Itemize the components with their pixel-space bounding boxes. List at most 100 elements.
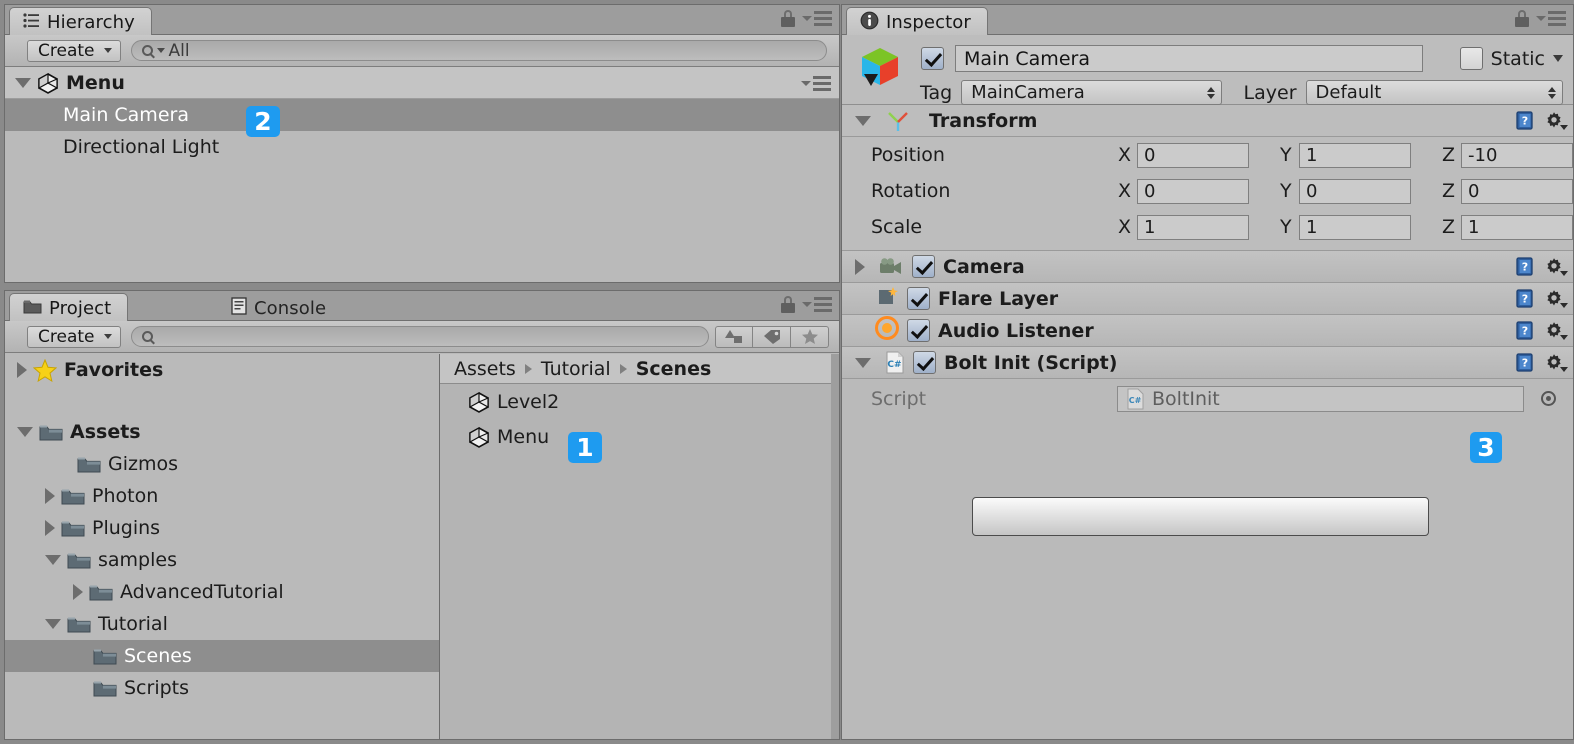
rotation-z-field[interactable]: 0: [1461, 178, 1573, 204]
chevron-right-icon[interactable]: [855, 258, 865, 275]
folder-icon: [77, 455, 101, 473]
rotation-x-field[interactable]: 0: [1137, 178, 1249, 204]
tree-item-scripts[interactable]: Scripts: [5, 672, 439, 704]
hierarchy-search-input[interactable]: All: [130, 40, 827, 61]
tree-item-scenes[interactable]: Scenes: [5, 640, 439, 672]
tree-item-samples[interactable]: samples: [5, 544, 439, 576]
script-object-field[interactable]: C# BoltInit: [1117, 386, 1524, 412]
chevron-right-icon[interactable]: [45, 488, 55, 504]
scale-x-value: 1: [1144, 216, 1156, 238]
breadcrumb-item-assets[interactable]: Assets: [454, 358, 516, 380]
scale-x-field[interactable]: 1: [1137, 214, 1249, 240]
tree-item-assets[interactable]: Assets: [5, 416, 439, 448]
padlock-icon[interactable]: [781, 10, 795, 27]
static-checkbox[interactable]: [1459, 47, 1483, 70]
camera-header-controls: ?: [1515, 256, 1568, 277]
folder-icon: [61, 519, 85, 537]
tree-item-plugins[interactable]: Plugins: [5, 512, 439, 544]
tab-inspector[interactable]: Inspector: [846, 7, 988, 37]
audio-listener-enabled-checkbox[interactable]: [907, 319, 930, 342]
add-component-button[interactable]: [972, 497, 1429, 536]
asset-browser-scrollbar[interactable]: [831, 354, 839, 739]
hierarchy-row-menu[interactable]: Menu: [5, 67, 839, 99]
chevron-down-icon[interactable]: [1553, 55, 1563, 62]
inspector-panel: Inspector Main Camera Static Tag MainCam…: [841, 4, 1574, 740]
tree-item-photon[interactable]: Photon: [5, 480, 439, 512]
chevron-right-icon[interactable]: [45, 520, 55, 536]
bolt-init-enabled-checkbox[interactable]: [913, 351, 936, 374]
tab-console[interactable]: Console: [218, 293, 342, 323]
favorite-filter-icon[interactable]: [791, 325, 829, 348]
gear-icon[interactable]: [1544, 321, 1568, 341]
position-x-field[interactable]: 0: [1137, 142, 1249, 168]
type-filter-icon[interactable]: [715, 325, 753, 348]
bolt-init-script-row: Script C# BoltInit: [842, 379, 1573, 419]
axis-label-x: X: [1118, 144, 1132, 166]
tree-item-advancedtutorial[interactable]: AdvancedTutorial: [5, 576, 439, 608]
object-enabled-checkbox[interactable]: [921, 47, 944, 70]
rotation-y-field[interactable]: 0: [1299, 178, 1411, 204]
help-book-icon[interactable]: ?: [1515, 320, 1535, 341]
camera-enabled-checkbox[interactable]: [912, 255, 935, 278]
position-y-field[interactable]: 1: [1299, 142, 1411, 168]
tab-hierarchy[interactable]: Hierarchy: [9, 7, 152, 37]
scale-z-field[interactable]: 1: [1461, 214, 1573, 240]
object-name-field[interactable]: Main Camera: [955, 45, 1423, 72]
gear-icon[interactable]: [1544, 111, 1568, 131]
scale-y-field[interactable]: 1: [1299, 214, 1411, 240]
gear-icon[interactable]: [1544, 289, 1568, 309]
gear-icon[interactable]: [1544, 353, 1568, 373]
chevron-down-icon[interactable]: [45, 619, 61, 629]
gear-icon[interactable]: [1544, 257, 1568, 277]
component-transform-header[interactable]: Transform ?: [842, 105, 1573, 137]
hierarchy-row-main-camera[interactable]: Main Camera: [5, 99, 839, 131]
help-book-icon[interactable]: ?: [1515, 288, 1535, 309]
panel-menu-icon[interactable]: [1536, 11, 1566, 26]
asset-item-menu[interactable]: Menu: [440, 419, 839, 454]
hierarchy-create-button[interactable]: Create: [27, 39, 121, 62]
help-book-icon[interactable]: ?: [1515, 352, 1535, 373]
panel-menu-icon[interactable]: [802, 297, 832, 312]
chevron-down-icon[interactable]: [17, 427, 33, 437]
tag-dropdown[interactable]: MainCamera: [961, 80, 1222, 105]
tree-item-gizmos[interactable]: Gizmos: [5, 448, 439, 480]
component-audio-listener-title: Audio Listener: [938, 319, 1094, 342]
chevron-down-icon[interactable]: [855, 357, 871, 368]
component-bolt-init-header[interactable]: C# Bolt Init (Script) ?: [842, 347, 1573, 379]
script-property-label: Script: [871, 388, 927, 410]
padlock-icon[interactable]: [781, 296, 795, 313]
label-filter-icon[interactable]: [753, 325, 791, 348]
tab-project[interactable]: Project: [9, 293, 129, 323]
chevron-right-icon[interactable]: [73, 584, 83, 600]
asset-item-menu-label: Menu: [497, 425, 550, 448]
position-z-field[interactable]: -10: [1461, 142, 1573, 168]
object-picker-icon[interactable]: [1541, 391, 1556, 406]
transform-scale-row: Scale X 1 Y 1 Z 1: [842, 209, 1573, 245]
tree-item-plugins-label: Plugins: [92, 517, 161, 539]
layer-dropdown[interactable]: Default: [1305, 80, 1563, 105]
tree-item-favorites[interactable]: Favorites: [5, 354, 439, 386]
component-camera-header[interactable]: Camera ?: [842, 251, 1573, 283]
component-audio-listener-header[interactable]: Audio Listener ?: [842, 315, 1573, 347]
hierarchy-row-directional-light[interactable]: Directional Light: [5, 131, 839, 163]
padlock-icon[interactable]: [1515, 10, 1529, 27]
tree-item-tutorial[interactable]: Tutorial: [5, 608, 439, 640]
component-flare-layer-header[interactable]: Flare Layer ?: [842, 283, 1573, 315]
hierarchy-scene-menu-icon[interactable]: [801, 76, 831, 91]
gameobject-cube-icon: [856, 44, 904, 92]
chevron-down-icon[interactable]: [45, 555, 61, 565]
help-book-icon[interactable]: ?: [1515, 110, 1535, 131]
chevron-right-icon[interactable]: [17, 362, 27, 378]
tree-item-assets-label: Assets: [70, 421, 141, 443]
flare-layer-enabled-checkbox[interactable]: [907, 287, 930, 310]
panel-menu-icon[interactable]: [802, 11, 832, 26]
help-book-icon[interactable]: ?: [1515, 256, 1535, 277]
project-search-input[interactable]: [130, 326, 709, 347]
asset-item-level2[interactable]: Level2: [440, 384, 839, 419]
breadcrumb-item-tutorial[interactable]: Tutorial: [541, 358, 611, 380]
project-create-button[interactable]: Create: [27, 325, 121, 348]
chevron-down-icon[interactable]: [855, 115, 871, 126]
breadcrumb-item-scenes[interactable]: Scenes: [636, 358, 712, 380]
chevron-down-icon[interactable]: [15, 77, 31, 88]
inspector-object-header: Main Camera Static Tag MainCamera Layer …: [842, 35, 1573, 105]
